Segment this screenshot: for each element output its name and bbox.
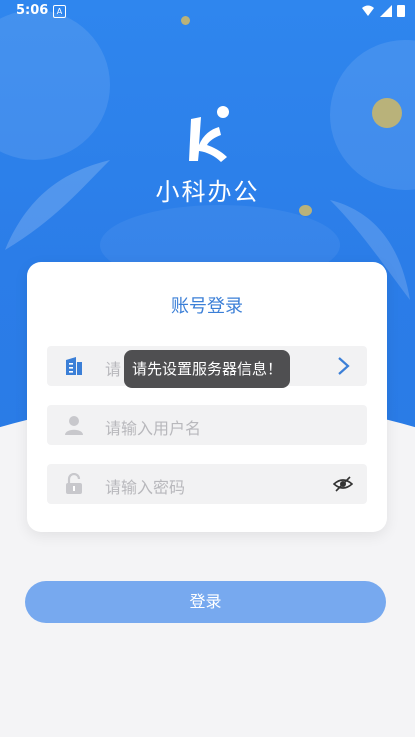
signal-icon [380,4,392,17]
app-logo [189,106,229,162]
password-input[interactable]: 请输入密码 [105,474,185,498]
password-field[interactable]: 请输入密码 [47,464,367,504]
username-input[interactable]: 请输入用户名 [105,415,201,439]
toast-message: 请先设置服务器信息！ [124,350,290,388]
decor-circle [0,10,110,160]
status-bar: 5:06 A [0,0,415,24]
user-icon [65,416,83,435]
login-card: 账号登录 请 请输入用户名 请输入密码 [27,262,387,532]
status-icons [361,4,405,17]
chevron-right-icon[interactable] [333,356,353,376]
login-card-title: 账号登录 [171,296,243,317]
wifi-icon [362,5,374,16]
login-button[interactable]: 登录 [25,581,386,623]
eye-hidden-icon[interactable] [333,474,353,494]
building-icon [66,357,82,375]
username-field[interactable]: 请输入用户名 [47,405,367,445]
app-title: 小科办公 [155,178,260,206]
lock-icon [66,473,82,494]
status-time: 5:06 [16,3,49,18]
server-field-placeholder: 请 [105,360,122,379]
notification-icon: A [53,5,66,18]
battery-icon [397,5,405,17]
decor-dot [372,98,402,128]
